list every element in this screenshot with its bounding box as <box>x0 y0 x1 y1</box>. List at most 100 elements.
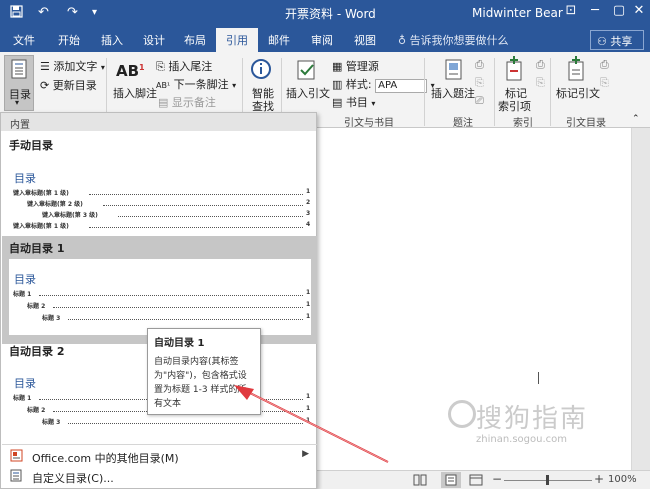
close-button[interactable]: ✕ <box>626 3 650 23</box>
tell-me-search[interactable]: ♁ 告诉我你想要做什么 <box>398 32 509 48</box>
redo-icon[interactable]: ↷ <box>67 5 78 20</box>
preview-line: 标题 1 <box>13 291 32 298</box>
insert-toa-icon[interactable]: ⎙ <box>600 58 609 72</box>
tab-file[interactable]: 文件 <box>13 32 35 48</box>
chevron-down-icon: ▾ <box>371 99 376 108</box>
group-label-captions: 题注 <box>453 118 473 129</box>
minimize-button[interactable]: ─ <box>582 3 608 23</box>
toc-button-label: 目录 <box>9 88 31 101</box>
share-button[interactable]: ⚇ 共享 <box>590 30 644 50</box>
user-name[interactable]: Midwinter Bear <box>472 6 563 20</box>
sogou-logo-icon <box>448 400 476 428</box>
zoom-level[interactable]: 100% <box>608 474 637 485</box>
person-icon: ⚇ <box>597 35 607 48</box>
add-text-icon: ☰ <box>40 60 50 73</box>
style-dropdown[interactable]: APA <box>375 79 428 93</box>
web-layout-icon[interactable] <box>469 474 483 489</box>
lightbulb-icon: ♁ <box>398 34 407 47</box>
custom-toc-menu-item[interactable]: 自定义目录(C)... <box>2 466 317 486</box>
auto-toc-2-title: 自动目录 2 <box>9 345 65 358</box>
cross-reference-icon[interactable]: ⎚ <box>475 94 484 108</box>
toc-button[interactable]: 目录 ▾ <box>4 55 34 111</box>
preview-heading: 目录 <box>14 273 36 286</box>
show-notes-button[interactable]: ▤ 显示备注 <box>158 94 216 110</box>
custom-toc-icon <box>10 469 22 485</box>
tab-mailings[interactable]: 邮件 <box>268 32 290 48</box>
tab-home[interactable]: 开始 <box>58 32 80 48</box>
preview-line: 键入章标题(第 1 级) <box>13 190 69 197</box>
toc-icon <box>11 59 27 82</box>
preview-page-num: 1 <box>306 289 311 296</box>
auto-toc-1-title: 自动目录 1 <box>9 242 65 255</box>
bibliography-button[interactable]: ▤ 书目 ▾ <box>332 94 375 110</box>
style-label: 样式: <box>345 78 372 91</box>
dot-leader <box>89 194 303 195</box>
insert-table-of-figures-icon[interactable]: ⎙ <box>475 58 484 72</box>
document-title: 开票资料 - Word <box>285 7 376 21</box>
watermark-text: 搜狗指南 <box>476 404 589 434</box>
more-toc-from-office-menu-item[interactable]: Office.com 中的其他目录(M) ▶ <box>2 446 317 466</box>
insert-endnote-label: 插入尾注 <box>168 60 213 73</box>
office-icon <box>10 449 23 465</box>
watermark-url: zhinan.sogou.com <box>476 434 568 445</box>
separator <box>424 58 425 126</box>
collapse-ribbon-icon[interactable]: ⌃ <box>632 114 640 124</box>
tab-view[interactable]: 视图 <box>354 32 376 48</box>
manual-toc-title: 手动目录 <box>9 139 53 152</box>
update-toc-button[interactable]: ⟳ 更新目录 <box>40 77 97 93</box>
style-selector[interactable]: ▥ 样式: APA ▾ <box>332 76 435 93</box>
dot-leader <box>68 319 303 320</box>
tab-design[interactable]: 设计 <box>143 32 165 48</box>
tab-review[interactable]: 审阅 <box>311 32 333 48</box>
ribbon-display-icon[interactable]: ⊡ <box>558 3 584 23</box>
update-toa-icon[interactable]: ⎘ <box>600 76 609 90</box>
update-table-icon[interactable]: ⎘ <box>475 76 484 90</box>
add-text-button[interactable]: ☰ 添加文字 ▾ <box>40 58 105 74</box>
zoom-slider-thumb[interactable] <box>546 475 549 485</box>
group-label-citations: 引文与书目 <box>344 118 394 129</box>
save-icon[interactable] <box>10 5 23 22</box>
dot-leader <box>118 216 303 217</box>
insert-footnote-button[interactable]: 插入脚注 <box>113 85 157 101</box>
dot-leader <box>39 295 303 296</box>
mark-citation-button[interactable]: 标记引文 <box>556 85 600 101</box>
footnote-icon: AB1 <box>116 62 145 80</box>
ribbon-tabs: 文件 开始 插入 设计 布局 引用 邮件 审阅 视图 ♁ 告诉我你想要做什么 ⚇… <box>0 26 650 52</box>
preview-heading: 目录 <box>14 172 36 185</box>
bibliography-label: 书目 <box>345 96 368 109</box>
insert-caption-button[interactable]: 插入题注 <box>431 85 475 101</box>
tab-references[interactable]: 引用 <box>216 28 258 52</box>
manual-toc-preview[interactable]: 目录 键入章标题(第 1 级) 1 键入章标题(第 2 级) 2 键入章标题(第… <box>9 158 311 236</box>
tab-layout[interactable]: 布局 <box>184 32 206 48</box>
dot-leader <box>53 307 303 308</box>
custom-toc-label: 自定义目录(C)... <box>32 472 114 485</box>
separator <box>550 58 551 126</box>
chevron-down-icon: ▾ <box>100 63 105 72</box>
zoom-in-button[interactable]: + <box>594 472 604 486</box>
zoom-out-button[interactable]: − <box>492 472 502 486</box>
manage-sources-button[interactable]: ▦ 管理源 <box>332 58 379 74</box>
insert-citation-button[interactable]: 插入引文 <box>286 85 330 101</box>
customize-qa-icon[interactable]: ▾ <box>92 7 97 18</box>
print-layout-icon[interactable] <box>441 472 461 488</box>
show-notes-label: 显示备注 <box>171 96 216 109</box>
tab-insert[interactable]: 插入 <box>101 32 123 48</box>
auto-toc-1-tooltip: 自动目录 1 自动目录内容(其标签为"内容")，包含格式设置为标题 1-3 样式… <box>147 328 261 415</box>
insert-caption-icon <box>444 59 464 84</box>
update-index-icon[interactable]: ⎘ <box>536 76 545 90</box>
preview-line: 标题 3 <box>42 315 61 322</box>
chevron-down-icon: ▾ <box>15 98 20 107</box>
insert-index-icon[interactable]: ⎙ <box>536 58 545 72</box>
add-text-label: 添加文字 <box>53 60 98 73</box>
read-mode-icon[interactable] <box>413 474 427 489</box>
preview-line: 键入章标题(第 1 级) <box>13 223 69 230</box>
next-footnote-button[interactable]: AB¹ 下一条脚注 ▾ <box>156 76 236 92</box>
mark-entry-label-2[interactable]: 索引项 <box>498 98 531 114</box>
show-notes-icon: ▤ <box>158 96 169 109</box>
tooltip-title: 自动目录 1 <box>154 338 205 349</box>
preview-page-num: 1 <box>306 405 311 412</box>
insert-citation-icon <box>296 59 318 84</box>
insert-endnote-button[interactable]: ⎘ 插入尾注 <box>156 58 212 74</box>
undo-icon[interactable]: ↶ <box>38 5 49 20</box>
auto-toc-1-preview[interactable]: 目录 标题 1 1 标题 2 1 标题 3 1 <box>9 259 311 335</box>
